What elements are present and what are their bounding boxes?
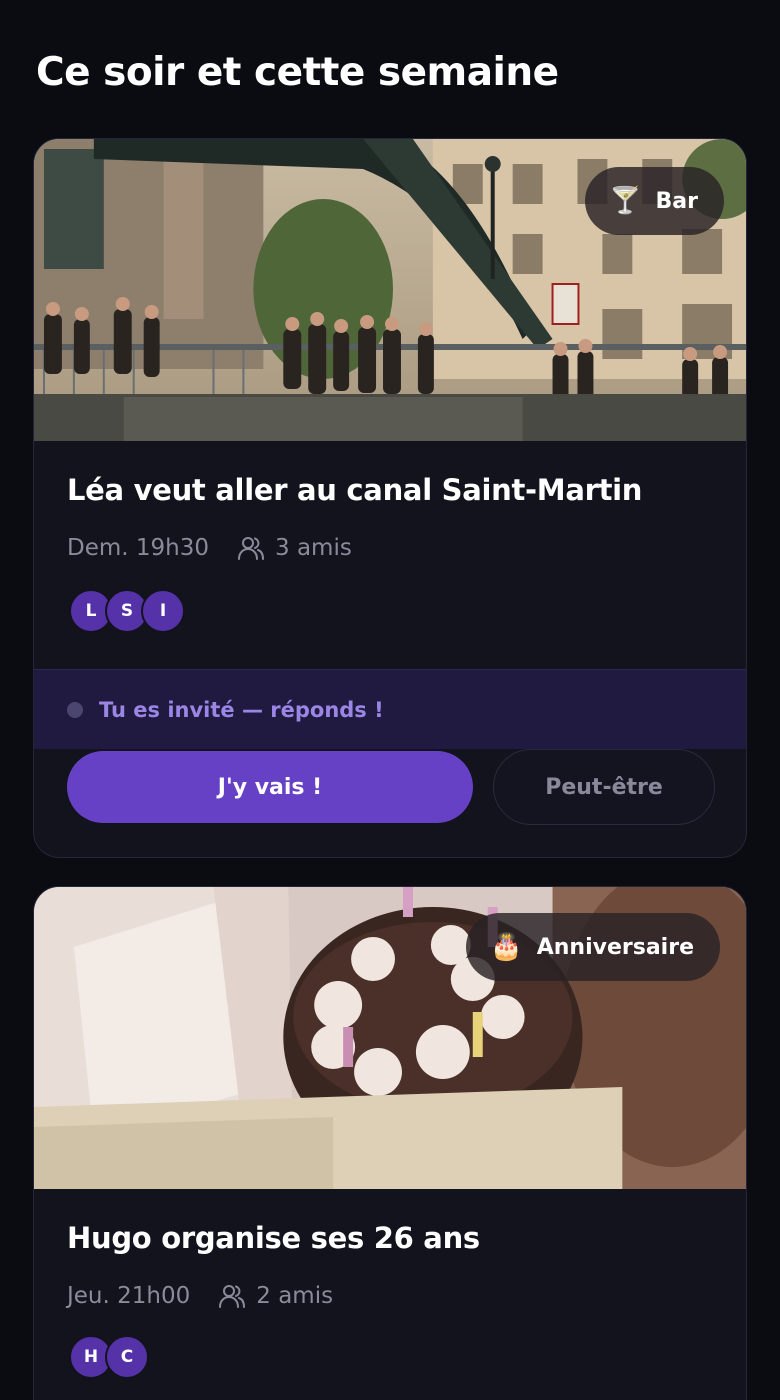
event-time: Jeu. 21h00 [67,1283,191,1309]
event-meta: Dem. 19h30 3 amis [67,535,352,561]
attendee-avatars[interactable]: L S I [69,589,185,633]
event-time: Dem. 19h30 [67,535,209,561]
section-title: Ce soir et cette semaine [36,50,559,95]
category-tag-label: Anniversaire [536,934,694,960]
maybe-button[interactable]: Peut-être [493,749,715,825]
avatar: C [105,1335,149,1379]
friends-count: 2 amis [218,1283,333,1309]
going-button[interactable]: J'y vais ! [67,751,473,823]
users-icon [219,1285,246,1308]
page: Ce soir et cette semaine 🍸 Bar Léa veut … [0,0,780,1400]
avatar: I [141,589,185,633]
event-title: Léa veut aller au canal Saint-Martin [67,473,643,507]
event-card[interactable]: 🍸 Bar Léa veut aller au canal Saint-Mart… [33,138,747,858]
event-title: Hugo organise ses 26 ans [67,1221,480,1255]
invite-text: Tu es invité — réponds ! [99,697,384,722]
attendee-avatars[interactable]: H C [69,1335,149,1379]
invite-banner: Tu es invité — réponds ! [34,669,746,749]
invite-dot-icon [67,701,83,718]
category-tag: 🍸 Bar [585,167,724,235]
event-card[interactable]: 🎂 Anniversaire Hugo organise ses 26 ans … [33,886,747,1400]
cocktail-icon: 🍸 [609,186,642,216]
birthday-cake-icon: 🎂 [490,932,523,962]
users-icon [238,537,264,560]
friends-count-label: 3 amis [275,535,352,561]
event-photo-canal: 🍸 Bar [34,139,746,441]
category-tag-label: Bar [655,188,698,214]
event-meta: Jeu. 21h00 2 amis [67,1283,333,1309]
friends-count-label: 2 amis [256,1283,334,1309]
category-tag: 🎂 Anniversaire [466,913,720,981]
friends-count: 3 amis [237,535,352,561]
event-photo-cake: 🎂 Anniversaire [34,887,746,1189]
